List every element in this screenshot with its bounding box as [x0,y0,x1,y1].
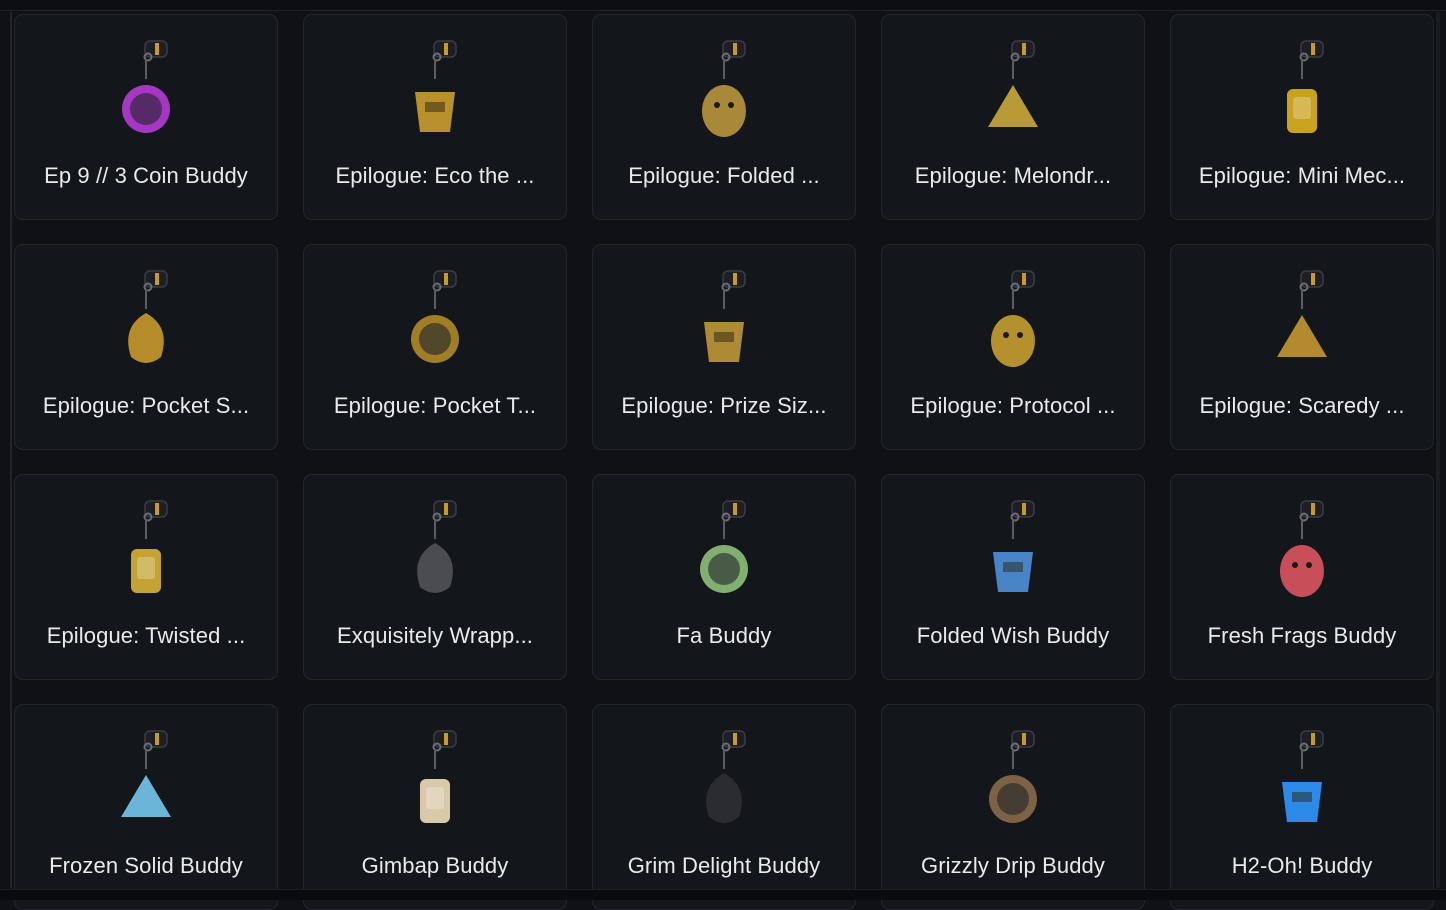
buddy-name: Frozen Solid Buddy [49,853,243,878]
buddy-card[interactable]: Epilogue: Twisted ... [14,474,278,680]
melon-slice-charm-icon [882,37,1144,149]
buddy-name: Epilogue: Twisted ... [46,623,246,648]
ice-block-charm-icon [15,727,277,839]
scrollbar[interactable] [1436,12,1440,888]
buddy-card[interactable]: Exquisitely Wrapp... [303,474,567,680]
buddy-card[interactable]: Epilogue: Mini Mec... [1170,14,1434,220]
buddy-name: Epilogue: Melondr... [914,163,1112,188]
grim-cloak-charm-icon [593,727,855,839]
ep9-coin-charm-icon [15,37,277,149]
top-edge [0,0,1446,11]
buddy-name: Folded Wish Buddy [916,623,1110,648]
buddy-card[interactable]: Epilogue: Pocket S... [14,244,278,450]
buddy-name: Epilogue: Folded ... [628,163,820,188]
buddy-name: Grizzly Drip Buddy [921,853,1105,878]
grizzly-bear-charm-icon [882,727,1144,839]
dollar-mask-charm-icon [304,37,566,149]
buddy-card[interactable]: Epilogue: Protocol ... [881,244,1145,450]
buddy-name: Epilogue: Mini Mec... [1198,163,1406,188]
buddy-name: Gimbap Buddy [361,853,509,878]
water-bottle-charm-icon [1171,727,1433,839]
prize-robot-charm-icon [593,267,855,379]
buddy-name: Exquisitely Wrapp... [336,623,533,648]
buddy-card[interactable]: Epilogue: Pocket T... [303,244,567,450]
buddy-card[interactable]: Epilogue: Eco the ... [303,14,567,220]
mahjong-tile-charm-icon [593,497,855,609]
buddy-card[interactable]: Fa Buddy [592,474,856,680]
buddy-card[interactable]: H2-Oh! Buddy [1170,704,1434,910]
buddy-card[interactable]: Epilogue: Melondr... [881,14,1145,220]
buddy-name: Grim Delight Buddy [627,853,821,878]
buddy-name: Epilogue: Eco the ... [335,163,535,188]
buddy-name: Epilogue: Protocol ... [910,393,1116,418]
bottom-edge [0,889,1446,900]
scaredy-critter-charm-icon [1171,267,1433,379]
left-divider [10,12,12,888]
buddy-card[interactable]: Epilogue: Folded ... [592,14,856,220]
buddy-card[interactable]: Grizzly Drip Buddy [881,704,1145,910]
buddy-name: Ep 9 // 3 Coin Buddy [44,163,248,188]
buddy-name: Epilogue: Prize Siz... [621,393,827,418]
gimbap-charm-icon [304,727,566,839]
gun-buddy-grid: Ep 9 // 3 Coin Buddy Epilogue: Eco the ..… [14,14,1434,910]
buddy-name: Epilogue: Pocket T... [333,393,537,418]
buddy-card[interactable]: Epilogue: Prize Siz... [592,244,856,450]
gift-box-charm-icon [304,497,566,609]
buddy-name: Fresh Frags Buddy [1207,623,1397,648]
buddy-card[interactable]: Ep 9 // 3 Coin Buddy [14,14,278,220]
buddy-name: Fa Buddy [676,623,772,648]
pocket-orb-charm-icon [304,267,566,379]
buddy-card[interactable]: Epilogue: Scaredy ... [1170,244,1434,450]
buddy-name: Epilogue: Scaredy ... [1199,393,1405,418]
buddy-name: Epilogue: Pocket S... [42,393,250,418]
paper-crane-charm-icon [593,37,855,149]
buddy-card[interactable]: Folded Wish Buddy [881,474,1145,680]
protocol-bot-charm-icon [882,267,1144,379]
flower-knife-charm-icon [1171,497,1433,609]
mini-mech-charm-icon [1171,37,1433,149]
buddy-card[interactable]: Frozen Solid Buddy [14,704,278,910]
pocket-sword-charm-icon [15,267,277,379]
buddy-name: H2-Oh! Buddy [1231,853,1373,878]
blue-crane-charm-icon [882,497,1144,609]
buddy-card[interactable]: Gimbap Buddy [303,704,567,910]
buddy-card[interactable]: Grim Delight Buddy [592,704,856,910]
pretzel-charm-icon [15,497,277,609]
buddy-card[interactable]: Fresh Frags Buddy [1170,474,1434,680]
